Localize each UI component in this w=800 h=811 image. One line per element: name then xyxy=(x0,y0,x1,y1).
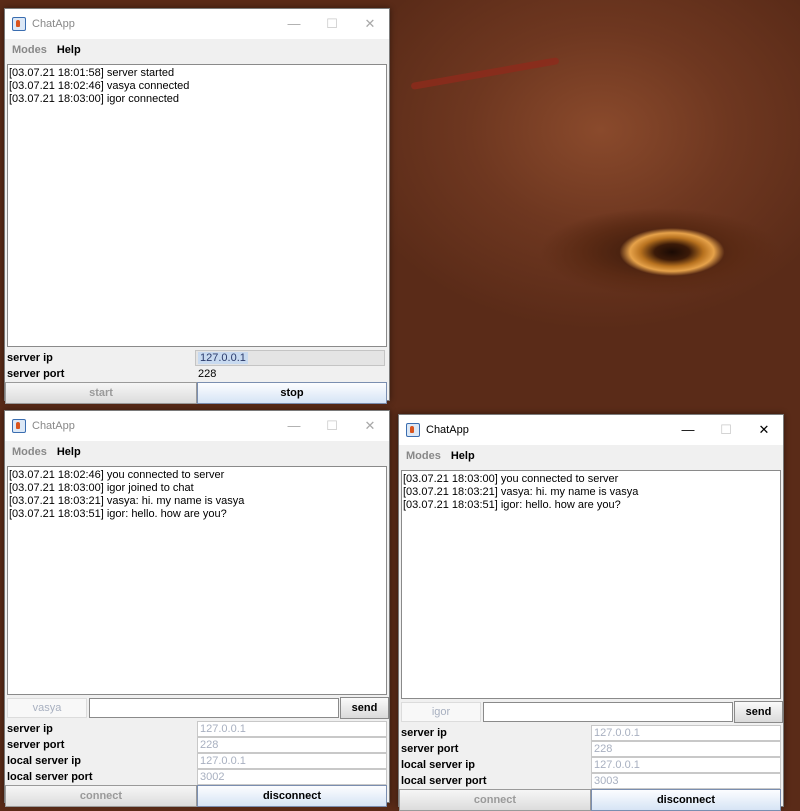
menu-modes[interactable]: Modes xyxy=(401,450,446,462)
client-window-igor: ChatApp — ☐ ✕ Modes Help [03.07.21 18:03… xyxy=(398,414,784,811)
log-line: [03.07.21 18:03:21] vasya: hi. my name i… xyxy=(403,486,639,498)
connect-button: connect xyxy=(5,785,197,807)
server-ip-label: server ip xyxy=(401,727,447,739)
title-bar: ChatApp — ☐ ✕ xyxy=(5,411,389,441)
connect-button: connect xyxy=(399,789,591,811)
title-bar: ChatApp — ☐ ✕ xyxy=(399,415,783,445)
server-port-field[interactable]: 228 xyxy=(197,737,387,753)
server-ip-field[interactable]: 127.0.0.1 xyxy=(197,721,387,737)
background-photo xyxy=(410,57,560,90)
server-ip-field[interactable]: 127.0.0.1 xyxy=(591,725,781,741)
log-line: [03.07.21 18:03:00] igor connected xyxy=(9,93,180,105)
local-server-ip-label: local server ip xyxy=(7,755,81,767)
window-title: ChatApp xyxy=(32,18,75,30)
menu-bar: Modes Help xyxy=(5,39,389,61)
chat-log[interactable]: [03.07.21 18:03:00] you connected to ser… xyxy=(401,470,781,699)
window-title: ChatApp xyxy=(426,424,469,436)
minimize-button[interactable]: — xyxy=(275,411,313,441)
close-button[interactable]: ✕ xyxy=(351,9,389,39)
send-button[interactable]: send xyxy=(734,701,783,723)
client-window-vasya: ChatApp — ☐ ✕ Modes Help [03.07.21 18:02… xyxy=(4,410,390,807)
menu-help[interactable]: Help xyxy=(52,44,86,56)
message-input[interactable] xyxy=(89,698,339,718)
menu-modes[interactable]: Modes xyxy=(7,44,52,56)
local-server-port-label: local server port xyxy=(401,775,487,787)
close-button[interactable]: ✕ xyxy=(351,411,389,441)
chat-log[interactable]: [03.07.21 18:02:46] you connected to ser… xyxy=(7,466,387,695)
java-cup-icon xyxy=(406,423,420,437)
server-port-label: server port xyxy=(7,368,65,380)
username-field[interactable]: igor xyxy=(401,702,481,722)
local-server-port-field[interactable]: 3002 xyxy=(197,769,387,785)
log-line: [03.07.21 18:02:46] vasya connected xyxy=(9,80,190,92)
menu-bar: Modes Help xyxy=(5,441,389,463)
start-button: start xyxy=(5,382,197,404)
log-line: [03.07.21 18:03:51] igor: hello. how are… xyxy=(9,508,227,520)
server-window: ChatApp — ☐ ✕ Modes Help [03.07.21 18:01… xyxy=(4,8,390,404)
server-ip-label: server ip xyxy=(7,352,53,364)
disconnect-button[interactable]: disconnect xyxy=(591,789,781,811)
log-line: [03.07.21 18:03:21] vasya: hi. my name i… xyxy=(9,495,245,507)
log-line: [03.07.21 18:03:00] igor joined to chat xyxy=(9,482,194,494)
log-line: [03.07.21 18:03:00] you connected to ser… xyxy=(403,473,619,485)
send-button[interactable]: send xyxy=(340,697,389,719)
server-port-label: server port xyxy=(401,743,459,755)
local-server-port-label: local server port xyxy=(7,771,93,783)
window-title: ChatApp xyxy=(32,420,75,432)
menu-help[interactable]: Help xyxy=(446,450,480,462)
log-line: [03.07.21 18:01:58] server started xyxy=(9,67,175,79)
maximize-button: ☐ xyxy=(326,16,338,31)
minimize-button[interactable]: — xyxy=(275,9,313,39)
server-ip-field[interactable]: 127.0.0.1 xyxy=(195,350,385,366)
menu-bar: Modes Help xyxy=(399,445,783,467)
java-cup-icon xyxy=(12,17,26,31)
minimize-button[interactable]: — xyxy=(669,415,707,445)
server-ip-label: server ip xyxy=(7,723,53,735)
log-line: [03.07.21 18:03:51] igor: hello. how are… xyxy=(403,499,621,511)
server-port-label: server port xyxy=(7,739,65,751)
log-line: [03.07.21 18:02:46] you connected to ser… xyxy=(9,469,225,481)
stop-button[interactable]: stop xyxy=(197,382,387,404)
username-field[interactable]: vasya xyxy=(7,698,87,718)
server-port-field[interactable]: 228 xyxy=(591,741,781,757)
java-cup-icon xyxy=(12,419,26,433)
server-port-field[interactable]: 228 xyxy=(195,366,385,382)
menu-modes[interactable]: Modes xyxy=(7,446,52,458)
menu-help[interactable]: Help xyxy=(52,446,86,458)
local-server-ip-label: local server ip xyxy=(401,759,475,771)
local-server-ip-field[interactable]: 127.0.0.1 xyxy=(591,757,781,773)
title-bar: ChatApp — ☐ ✕ xyxy=(5,9,389,39)
maximize-button: ☐ xyxy=(720,422,732,437)
local-server-ip-field[interactable]: 127.0.0.1 xyxy=(197,753,387,769)
chat-log[interactable]: [03.07.21 18:01:58] server started [03.0… xyxy=(7,64,387,347)
maximize-button: ☐ xyxy=(326,418,338,433)
close-button[interactable]: ✕ xyxy=(745,415,783,445)
local-server-port-field[interactable]: 3003 xyxy=(591,773,781,789)
disconnect-button[interactable]: disconnect xyxy=(197,785,387,807)
message-input[interactable] xyxy=(483,702,733,722)
